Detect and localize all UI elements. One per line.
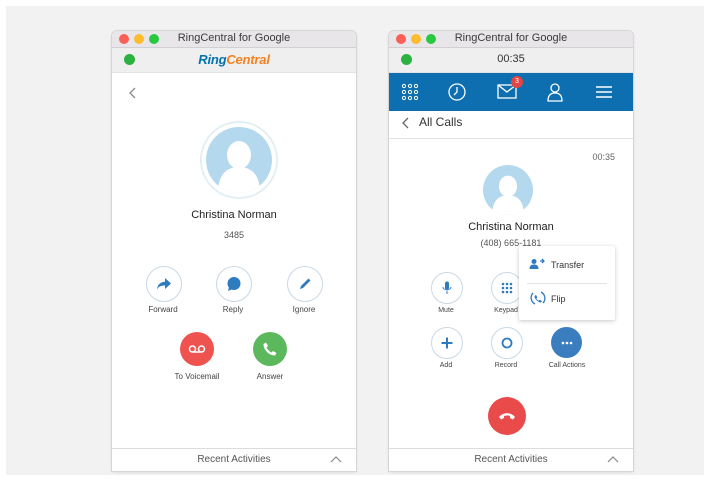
person-icon — [547, 83, 563, 102]
keypad-icon — [501, 282, 513, 294]
nav-bar: 3 — [389, 73, 633, 111]
record-label: Record — [494, 362, 518, 369]
flip-icon — [530, 291, 546, 305]
forward-button[interactable] — [146, 266, 182, 302]
recent-activities-label: Recent Activities — [474, 454, 548, 465]
chevron-up-icon[interactable] — [330, 455, 342, 463]
record-button[interactable] — [491, 327, 523, 359]
dialpad-icon — [401, 83, 419, 101]
mute-button[interactable] — [431, 272, 463, 304]
to-voicemail-label: To Voicemail — [174, 372, 220, 381]
nav-contacts[interactable] — [545, 82, 567, 102]
menu-icon — [596, 86, 612, 98]
nav-history[interactable] — [447, 82, 469, 102]
recent-activities-label: Recent Activities — [197, 454, 271, 465]
chat-bubble-icon — [227, 277, 241, 291]
window-title: RingCentral for Google — [454, 32, 568, 44]
recent-activities-bar[interactable]: Recent Activities — [389, 448, 633, 471]
contact-number: 3485 — [223, 230, 245, 240]
nav-menu[interactable] — [594, 82, 616, 102]
active-call-window: RingCentral for Google 00:35 3 All Calls… — [389, 31, 633, 471]
call-actions-label: Call Actions — [548, 362, 586, 369]
microphone-icon — [442, 281, 452, 294]
call-actions-menu: Transfer Flip — [519, 246, 615, 320]
contact-avatar — [200, 121, 278, 199]
window-title: RingCentral for Google — [177, 32, 291, 44]
more-icon — [561, 341, 572, 344]
answer-button[interactable] — [253, 332, 287, 366]
add-call-button[interactable] — [431, 327, 463, 359]
answer-label: Answer — [256, 372, 284, 381]
nav-dialpad[interactable] — [400, 82, 422, 102]
ringcentral-logo: RingCentral — [198, 52, 270, 67]
chevron-up-icon[interactable] — [607, 455, 619, 463]
transfer-menu-item[interactable]: Transfer — [551, 260, 584, 270]
phone-icon — [263, 342, 277, 356]
contact-name: Christina Norman — [468, 221, 554, 233]
back-chevron-icon[interactable] — [402, 117, 410, 129]
flip-menu-item[interactable]: Flip — [551, 294, 566, 304]
ignore-label: Ignore — [292, 305, 316, 314]
status-bar: 00:35 — [389, 48, 633, 73]
transfer-icon — [529, 258, 545, 269]
forward-label: Forward — [148, 305, 178, 314]
pencil-icon — [300, 278, 311, 289]
incoming-call-window: RingCentral for Google RingCentral Chris… — [112, 31, 356, 471]
ignore-button[interactable] — [287, 266, 323, 302]
forward-arrow-icon — [157, 278, 171, 290]
call-actions-button[interactable] — [551, 327, 582, 358]
contact-avatar — [483, 165, 533, 215]
call-timer: 00:35 — [497, 53, 525, 65]
plus-icon — [441, 337, 453, 349]
status-bar: RingCentral — [112, 48, 356, 73]
person-silhouette-icon — [218, 141, 260, 193]
title-bar: RingCentral for Google — [389, 31, 633, 48]
voicemail-icon — [188, 345, 206, 353]
back-chevron-icon[interactable] — [128, 86, 138, 100]
recent-activities-bar[interactable]: Recent Activities — [112, 448, 356, 471]
person-silhouette-icon — [492, 175, 524, 215]
contact-name: Christina Norman — [191, 209, 277, 221]
reply-label: Reply — [222, 305, 244, 314]
reply-button[interactable] — [216, 266, 252, 302]
title-bar: RingCentral for Google — [112, 31, 356, 48]
all-calls-label: All Calls — [419, 115, 463, 129]
record-icon — [501, 337, 513, 349]
to-voicemail-button[interactable] — [180, 332, 214, 366]
all-calls-header[interactable]: All Calls — [389, 110, 633, 139]
menu-divider — [527, 283, 607, 284]
nav-messages[interactable]: 3 — [497, 76, 523, 102]
elapsed-time: 00:35 — [592, 152, 615, 162]
end-call-button[interactable] — [488, 397, 526, 435]
unread-count-badge: 3 — [511, 76, 523, 88]
hang-up-icon — [499, 413, 515, 420]
clock-icon — [448, 83, 466, 101]
